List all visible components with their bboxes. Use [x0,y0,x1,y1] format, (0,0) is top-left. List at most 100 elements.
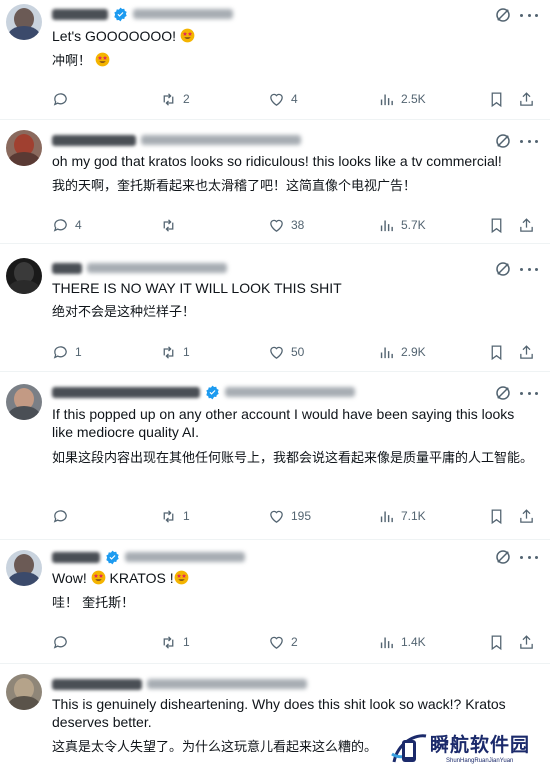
grok-icon[interactable] [494,260,512,278]
repost-icon [163,509,174,523]
share-button[interactable] [518,632,535,652]
watermark-subtitle: ShunHangRuanJianYuan [446,758,514,764]
avatar[interactable] [6,130,42,166]
repost-icon [163,92,174,106]
repost-button[interactable]: 1 [160,632,190,652]
share-button[interactable] [518,342,535,362]
bookmark-button[interactable] [488,342,505,362]
author-name-redacted[interactable] [52,678,142,690]
avatar[interactable] [6,674,42,710]
views-chart-icon [380,511,393,522]
author-handle-redacted[interactable] [147,679,307,689]
bookmark-button[interactable] [488,89,505,109]
tweet-translation: 冲啊！ [52,52,538,71]
bookmark-icon [491,217,502,233]
repost-button[interactable] [160,215,183,235]
views-chart-icon [380,94,393,105]
repost-button[interactable]: 2 [160,89,190,109]
tweet[interactable]: If this popped up on any other account I… [0,372,550,540]
author-name-redacted[interactable] [52,386,200,398]
reply-icon [53,218,67,232]
tweet[interactable]: THERE IS NO WAY IT WILL LOOK THIS SHIT 绝… [0,244,550,372]
bookmark-icon [491,508,502,524]
reply-icon [53,92,67,106]
like-button[interactable]: 195 [268,506,311,526]
grok-icon[interactable] [494,132,512,150]
heart-icon [270,346,283,359]
views-chart-icon [380,347,393,358]
author-handle-redacted[interactable] [141,135,301,145]
author-name-redacted[interactable] [52,134,136,146]
like-button[interactable]: 2 [268,632,298,652]
bookmark-button[interactable] [488,215,505,235]
like-button[interactable]: 50 [268,342,304,362]
tweet-header [52,675,307,693]
tweet-actions: 2 4 2.5K [52,89,538,109]
reply-button[interactable] [52,89,75,109]
like-button[interactable]: 4 [268,89,298,109]
share-button[interactable] [518,89,535,109]
grok-icon[interactable] [494,548,512,566]
star-struck-emoji-icon [91,570,106,585]
share-button[interactable] [518,215,535,235]
more-options-icon[interactable] [520,548,538,566]
heart-icon [270,510,283,523]
tweet[interactable]: Wow! KRATOS ! 哇！ 奎托斯！ 1 2 1.4K [0,540,550,664]
heart-icon [270,636,283,649]
repost-button[interactable]: 1 [160,342,190,362]
more-options-icon[interactable] [520,384,538,402]
reply-button[interactable] [52,632,75,652]
reply-button[interactable] [52,506,75,526]
more-options-icon[interactable] [520,132,538,150]
star-struck-emoji-icon [180,28,195,43]
share-icon [520,634,533,649]
tweet-translation: 我的天啊，奎托斯看起来也太滑稽了吧！这简直像个电视广告！ [52,179,417,194]
views-button[interactable]: 5.7K [378,215,426,235]
avatar[interactable] [6,4,42,40]
tweet-translation: 这真是太令人失望了。为什么这玩意儿看起来这么糟的。 [52,740,378,755]
share-button[interactable] [518,506,535,526]
author-handle-redacted[interactable] [225,387,355,397]
reply-button[interactable]: 1 [52,342,82,362]
watermark-logo-icon [391,734,427,763]
watermark-title: 瞬航软件园 [430,734,531,756]
author-name-redacted[interactable] [52,8,108,20]
repost-button[interactable]: 1 [160,506,190,526]
author-handle-redacted[interactable] [133,9,233,19]
more-options-icon[interactable] [520,6,538,24]
views-chart-icon [380,220,393,231]
bookmark-button[interactable] [488,632,505,652]
tweet-actions: 1 1 50 2.9K [52,342,538,362]
share-icon [520,91,533,106]
share-icon [520,344,533,359]
tweet[interactable]: Let's GOOOOOOO! 冲啊！ 2 4 2.5K [0,0,550,120]
avatar[interactable] [6,258,42,294]
tweet-text: Wow! KRATOS ! [52,569,538,587]
tweet-actions: 1 195 7.1K [52,506,538,526]
share-icon [520,217,533,232]
like-button[interactable]: 38 [268,215,304,235]
views-button[interactable]: 2.9K [378,342,426,362]
avatar[interactable] [6,550,42,586]
author-handle-redacted[interactable] [125,552,245,562]
grok-icon[interactable] [494,384,512,402]
bookmark-icon [491,634,502,650]
grok-icon[interactable] [494,6,512,24]
reply-button[interactable]: 4 [52,215,82,235]
repost-icon [163,635,174,649]
author-name-redacted[interactable] [52,551,100,563]
more-options-icon[interactable] [520,260,538,278]
views-button[interactable]: 1.4K [378,632,426,652]
tweet-header [52,548,245,566]
site-watermark: 瞬航软件园 ShunHangRuanJianYuan [388,728,548,772]
tweet[interactable]: oh my god that kratos looks so ridiculou… [0,120,550,244]
author-handle-redacted[interactable] [87,263,227,273]
verified-badge-icon [114,7,127,21]
views-button[interactable]: 2.5K [378,89,426,109]
tweet-translation: 哇！ 奎托斯！ [52,596,135,611]
bookmark-button[interactable] [488,506,505,526]
author-name-redacted[interactable] [52,262,82,274]
tweet-header [52,131,301,149]
avatar[interactable] [6,384,42,420]
views-button[interactable]: 7.1K [378,506,426,526]
